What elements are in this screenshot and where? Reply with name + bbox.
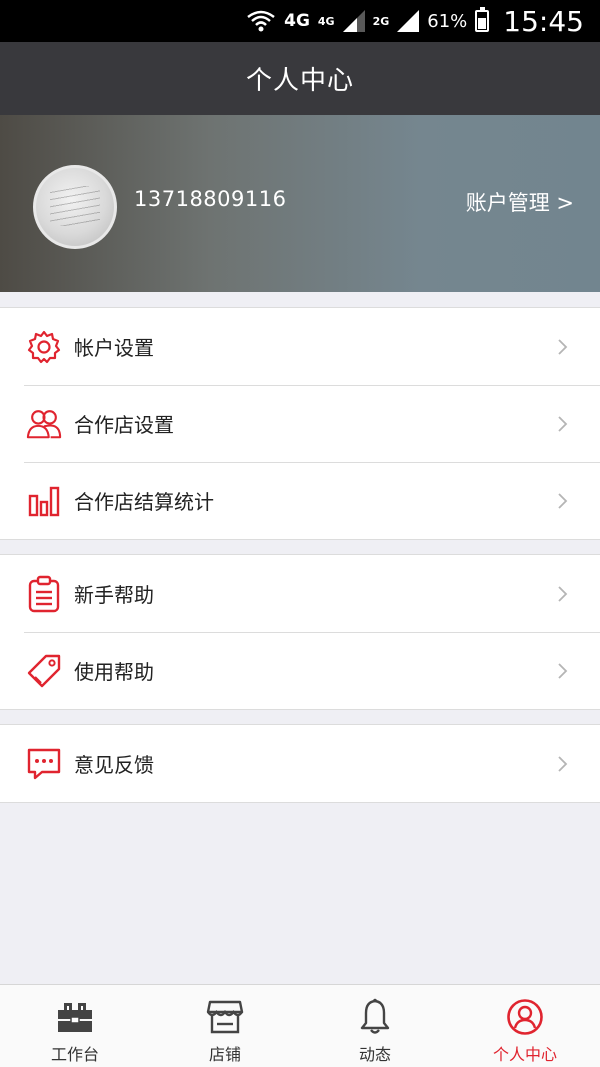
page-title: 个人中心: [245, 66, 354, 96]
signal-icon: [342, 10, 365, 32]
menu-item-label: 合作店结算统计: [74, 490, 214, 514]
battery-icon: [475, 7, 490, 32]
chevron-right-icon: [558, 755, 568, 772]
menu-item-account-settings[interactable]: 帐户设置: [0, 308, 600, 385]
menu-item-usage-help[interactable]: 使用帮助: [0, 632, 600, 709]
users-icon: [26, 406, 62, 442]
tab-activity[interactable]: 动态: [300, 985, 450, 1067]
user-phone: 13718809116: [134, 187, 287, 211]
network-type-label: 4G: [317, 14, 335, 28]
signal-icon: [397, 10, 420, 32]
gear-icon: [26, 329, 62, 365]
chevron-right-icon: [558, 338, 568, 355]
menu-item-beginner-help[interactable]: 新手帮助: [0, 555, 600, 632]
store-icon: [205, 997, 245, 1037]
menu-item-label: 使用帮助: [74, 660, 154, 684]
menu-group-account: 帐户设置 合作店设置 合作店结算统计: [0, 307, 600, 540]
menu-item-label: 帐户设置: [74, 336, 154, 360]
menu-item-label: 合作店设置: [74, 413, 174, 437]
nav-bar: 个人中心: [0, 42, 600, 115]
menu-item-label: 新手帮助: [74, 583, 154, 607]
tab-label: 店铺: [208, 1045, 241, 1064]
status-bar: 4G 4G 2G 61% 15:45: [0, 0, 600, 42]
tab-workbench[interactable]: 工作台: [0, 985, 150, 1067]
tab-label: 工作台: [50, 1045, 99, 1064]
user-icon: [505, 997, 545, 1037]
chat-icon: [26, 746, 62, 782]
tab-label: 个人中心: [492, 1045, 557, 1064]
clock: 15:45: [503, 4, 584, 38]
chevron-right-icon: [558, 492, 568, 509]
menu-group-feedback: 意见反馈: [0, 724, 600, 803]
tag-icon: [26, 653, 62, 689]
menu-item-partner-settings[interactable]: 合作店设置: [0, 385, 600, 462]
bell-icon: [355, 997, 395, 1037]
wifi-icon: [247, 10, 275, 32]
menu-item-label: 意见反馈: [74, 753, 154, 777]
avatar[interactable]: [33, 165, 117, 249]
menu-group-help: 新手帮助 使用帮助: [0, 554, 600, 710]
chevron-right-icon: [558, 662, 568, 679]
account-manage-link[interactable]: 账户管理 >: [466, 187, 574, 217]
battery-percent: 61%: [427, 10, 468, 32]
chevron-right-icon: [558, 415, 568, 432]
tab-store[interactable]: 店铺: [150, 985, 300, 1067]
bottom-tab-bar: 工作台 店铺 动态 个人中心: [0, 984, 600, 1067]
bar-chart-icon: [26, 483, 62, 519]
clipboard-icon: [26, 575, 62, 612]
network-type-label: 2G: [372, 14, 390, 28]
menu-item-feedback[interactable]: 意见反馈: [0, 725, 600, 802]
tab-label: 动态: [358, 1045, 391, 1064]
network-type-label: 4G: [284, 11, 310, 31]
menu-item-partner-settlement-stats[interactable]: 合作店结算统计: [0, 462, 600, 539]
profile-header: 13718809116 账户管理 >: [0, 115, 600, 292]
toolbox-icon: [55, 997, 95, 1037]
chevron-right-icon: [558, 585, 568, 602]
tab-profile[interactable]: 个人中心: [450, 985, 600, 1067]
